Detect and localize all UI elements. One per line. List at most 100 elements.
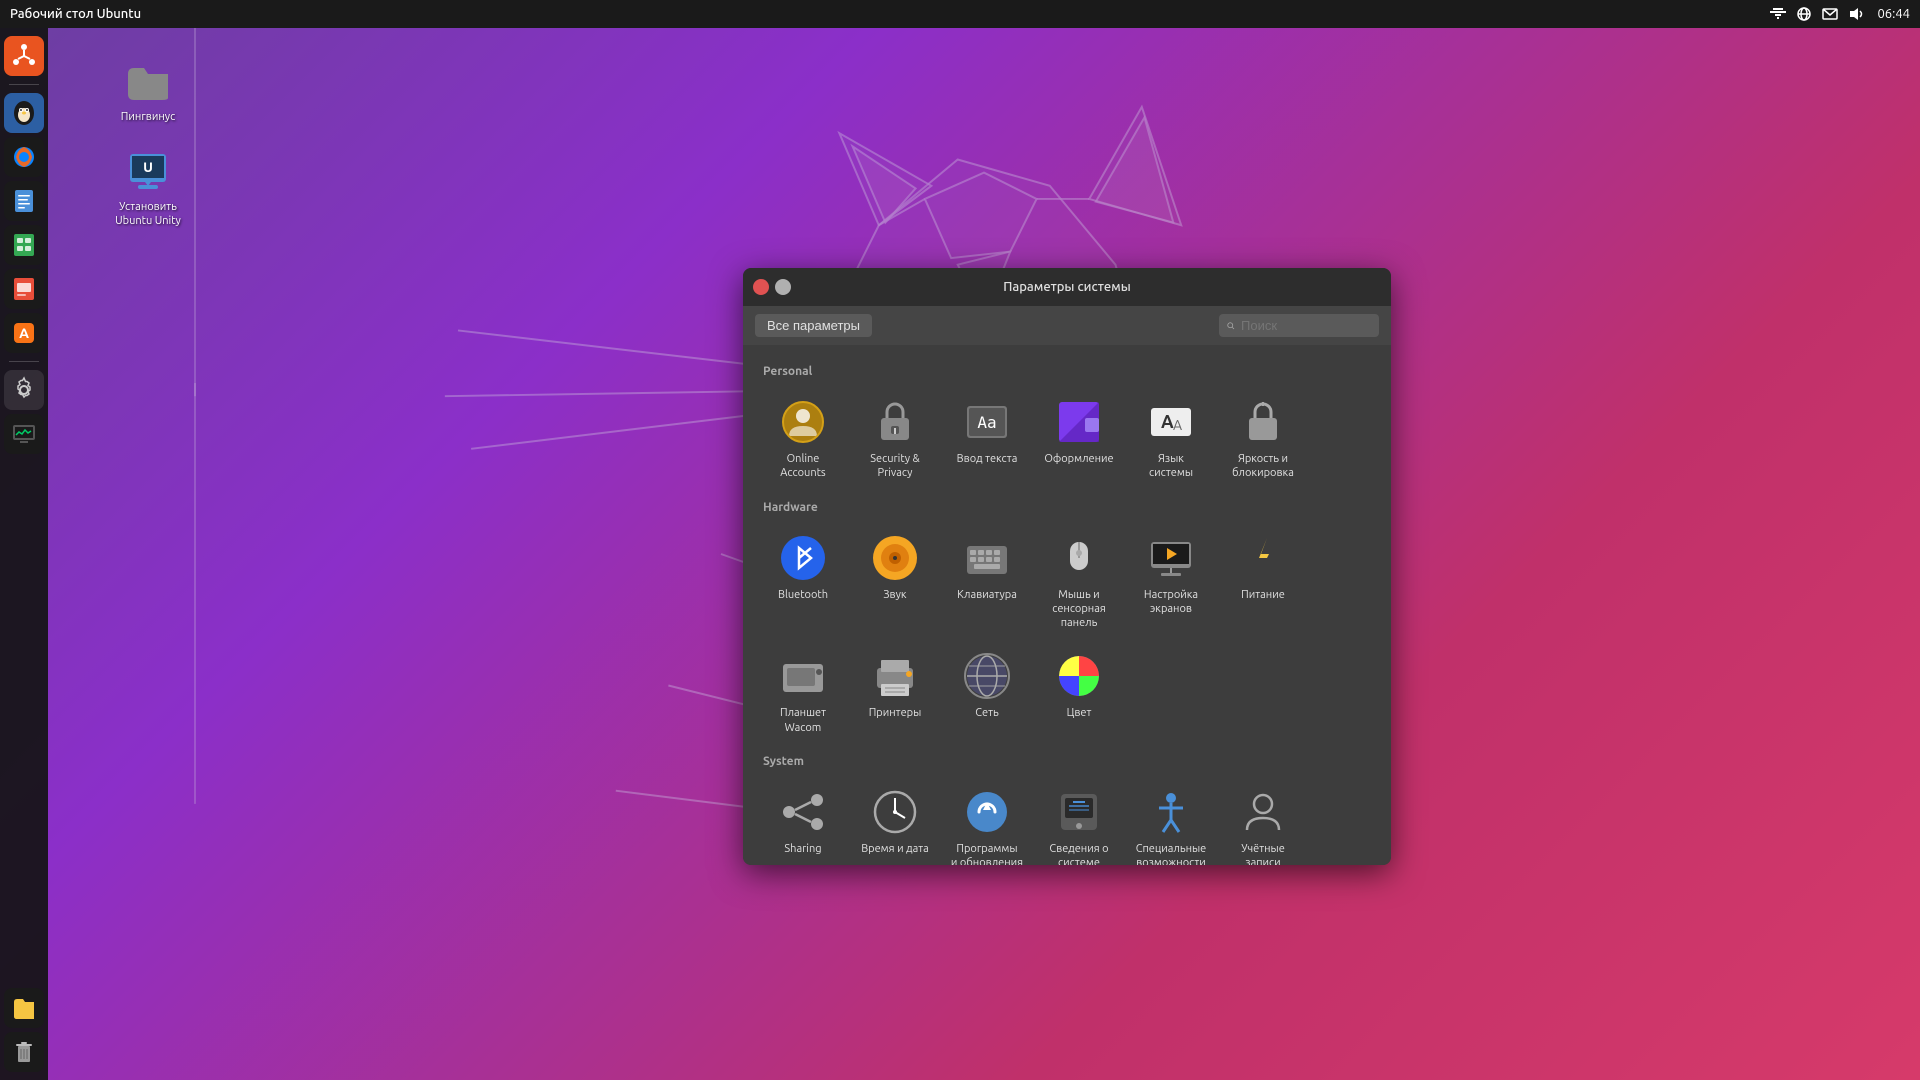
mouse-label: Мышь исенсорнаяпанель: [1052, 588, 1106, 631]
settings-item-brightness[interactable]: Яркость иблокировка: [1219, 388, 1307, 489]
window-minimize-button[interactable]: −: [775, 279, 791, 295]
settings-item-online-accounts[interactable]: OnlineAccounts: [759, 388, 847, 489]
window-close-button[interactable]: ×: [753, 279, 769, 295]
settings-item-software[interactable]: Программыи обновления: [943, 778, 1031, 865]
dock-separator-1: [9, 84, 39, 85]
color-label: Цвет: [1067, 706, 1092, 720]
desktop-icon-pingvinus[interactable]: Пингвинус: [108, 58, 188, 124]
svg-text:U: U: [143, 159, 153, 175]
window-titlebar: × − Параметры системы: [743, 268, 1391, 306]
input-text-icon: Aa: [963, 398, 1011, 446]
search-bar: [1219, 314, 1379, 337]
taskbar-right: 06:44: [1769, 5, 1910, 23]
dock-trash[interactable]: [4, 1032, 44, 1072]
dock-pingvinus[interactable]: [4, 93, 44, 133]
settings-item-keyboard[interactable]: Клавиатура: [943, 524, 1031, 639]
all-settings-button[interactable]: Все параметры: [755, 314, 872, 337]
settings-item-mouse[interactable]: Мышь исенсорнаяпанель: [1035, 524, 1123, 639]
window-toolbar: Все параметры: [743, 306, 1391, 345]
dock-files[interactable]: [4, 988, 44, 1028]
volume-icon[interactable]: [1847, 5, 1865, 23]
dock-settings[interactable]: [4, 370, 44, 410]
section-system-label: System: [763, 755, 1375, 768]
settings-item-sharing[interactable]: Sharing: [759, 778, 847, 865]
svg-text:A: A: [19, 325, 29, 341]
settings-item-network[interactable]: Сеть: [943, 642, 1031, 743]
settings-content: Personal OnlineAccounts Security &Privac…: [743, 345, 1391, 865]
keyboard-icon: [963, 534, 1011, 582]
section-hardware-label: Hardware: [763, 501, 1375, 514]
dock-calc[interactable]: [4, 225, 44, 265]
install-icon: U: [124, 148, 172, 196]
datetime-icon: [871, 788, 919, 836]
system-grid: Sharing Время и дата Программыи обновлен…: [759, 778, 1375, 865]
clock: 06:44: [1877, 7, 1910, 21]
network-icon[interactable]: [1769, 5, 1787, 23]
globe-icon[interactable]: [1795, 5, 1813, 23]
dock-system-monitor[interactable]: [4, 414, 44, 454]
dock-separator-2: [9, 361, 39, 362]
sound-label: Звук: [883, 588, 906, 602]
printers-label: Принтеры: [869, 706, 922, 720]
network-icon: [963, 652, 1011, 700]
keyboard-label: Клавиатура: [957, 588, 1017, 602]
settings-item-wacom[interactable]: ПланшетWacom: [759, 642, 847, 743]
appearance-label: Оформление: [1044, 452, 1113, 466]
bluetooth-label: Bluetooth: [778, 588, 828, 602]
settings-item-datetime[interactable]: Время и дата: [851, 778, 939, 865]
dock-ubuntu-logo[interactable]: [4, 36, 44, 76]
online-accounts-label: OnlineAccounts: [780, 452, 825, 481]
wacom-label: ПланшетWacom: [780, 706, 826, 735]
settings-window: × − Параметры системы Все параметры Pers…: [743, 268, 1391, 865]
search-icon: [1227, 319, 1235, 333]
settings-item-printers[interactable]: Принтеры: [851, 642, 939, 743]
settings-item-appearance[interactable]: Оформление: [1035, 388, 1123, 489]
network-label: Сеть: [975, 706, 998, 720]
accessibility-icon: [1147, 788, 1195, 836]
sysinfo-icon: [1055, 788, 1103, 836]
window-title: Параметры системы: [1003, 280, 1131, 294]
settings-item-sysinfo[interactable]: Сведения осистеме: [1035, 778, 1123, 865]
accounts-label: Учётныезаписи: [1241, 842, 1285, 865]
desktop-icon-install[interactable]: U УстановитьUbuntu Unity: [108, 148, 188, 229]
brightness-icon: [1239, 398, 1287, 446]
settings-item-displays[interactable]: Настройкаэкранов: [1127, 524, 1215, 639]
dock-impress[interactable]: [4, 269, 44, 309]
printers-icon: [871, 652, 919, 700]
settings-item-bluetooth[interactable]: Bluetooth: [759, 524, 847, 639]
settings-item-input-text[interactable]: Aa Ввод текста: [943, 388, 1031, 489]
power-label: Питание: [1241, 588, 1285, 602]
pingvinus-label: Пингвинус: [121, 110, 175, 124]
software-icon: [963, 788, 1011, 836]
settings-item-language[interactable]: AA Языксистемы: [1127, 388, 1215, 489]
dock-appstore[interactable]: A: [4, 313, 44, 353]
sysinfo-label: Сведения осистеме: [1049, 842, 1108, 865]
svg-text:Aa: Aa: [977, 413, 996, 432]
settings-item-accessibility[interactable]: Специальныевозможности: [1127, 778, 1215, 865]
settings-item-power[interactable]: Питание: [1219, 524, 1307, 639]
install-label: УстановитьUbuntu Unity: [115, 200, 181, 229]
hardware-grid: Bluetooth Звук Клавиатура: [759, 524, 1375, 743]
displays-label: Настройкаэкранов: [1144, 588, 1198, 617]
color-icon: [1055, 652, 1103, 700]
taskbar: Рабочий стол Ubuntu 06:44: [0, 0, 1920, 28]
power-icon: [1239, 534, 1287, 582]
section-personal-label: Personal: [763, 365, 1375, 378]
brightness-label: Яркость иблокировка: [1232, 452, 1294, 481]
settings-item-color[interactable]: Цвет: [1035, 642, 1123, 743]
settings-item-sound[interactable]: Звук: [851, 524, 939, 639]
language-label: Языксистемы: [1149, 452, 1193, 481]
mouse-icon: [1055, 534, 1103, 582]
sound-icon: [871, 534, 919, 582]
accounts-icon: [1239, 788, 1287, 836]
settings-item-security[interactable]: Security &Privacy: [851, 388, 939, 489]
search-input[interactable]: [1241, 318, 1371, 333]
online-accounts-icon: [779, 398, 827, 446]
dock-firefox[interactable]: [4, 137, 44, 177]
wacom-icon: [779, 652, 827, 700]
dock-text-editor[interactable]: [4, 181, 44, 221]
settings-item-accounts[interactable]: Учётныезаписи: [1219, 778, 1307, 865]
personal-grid: OnlineAccounts Security &Privacy Aa Ввод…: [759, 388, 1375, 489]
mail-icon[interactable]: [1821, 5, 1839, 23]
datetime-label: Время и дата: [861, 842, 929, 856]
